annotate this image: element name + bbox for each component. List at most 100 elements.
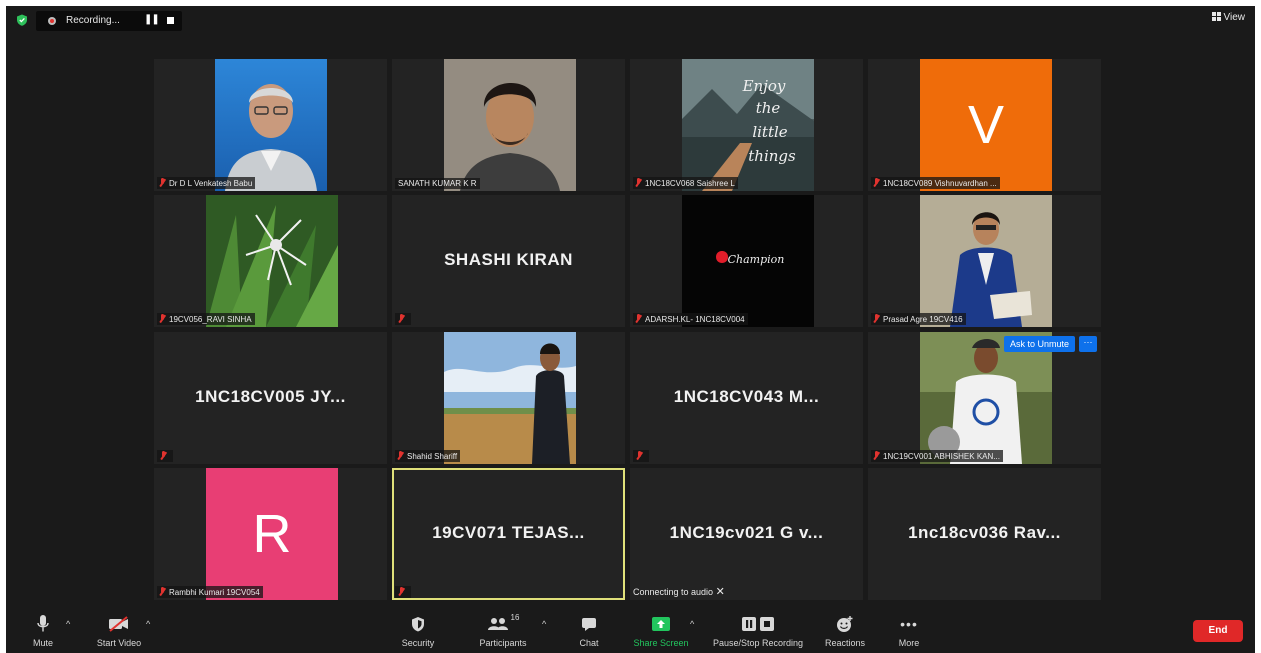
participant-display-name: 1NC18CV005 JY... [195,387,346,406]
video-options-chevron-up-icon[interactable]: ^ [146,619,150,629]
participant-photo [444,332,576,464]
participant-tile-active-speaker[interactable]: 19CV071 TEJAS... [392,468,625,600]
muted-mic-icon [873,451,880,460]
start-video-button[interactable]: Start Video [84,613,154,648]
muted-mic-icon [159,178,166,187]
participant-name-label: 1NC18CV089 Vishnuvardhan ... [871,177,1000,189]
muted-mic-icon [398,587,405,596]
participant-tile[interactable]: 19CV056_RAVI SINHA [154,195,387,327]
share-options-chevron-up-icon[interactable]: ^ [690,619,694,629]
connecting-audio-status: Connecting to audio ✕ [630,583,728,600]
connecting-audio-text: Connecting to audio [633,587,714,597]
participant-tile[interactable]: Champion ADARSH.KL- 1NC18CV004 [630,195,863,327]
participant-photo: Enjoy the little things [682,59,814,191]
reactions-smiley-icon [837,616,853,632]
participant-name-label: 19CV056_RAVI SINHA [157,313,255,325]
view-button[interactable]: View [1211,12,1245,23]
svg-text:the: the [756,99,781,117]
svg-text:Enjoy: Enjoy [742,77,786,95]
participant-tile[interactable]: 1NC18CV043 M... [630,332,863,464]
participant-display-name: 1NC19cv021 G v... [669,523,824,542]
participant-name-label [395,313,411,325]
pause-recording-icon[interactable]: ❚❚ [144,14,160,25]
participant-avatar: R [206,468,338,600]
microphone-icon [37,615,49,632]
participant-name-label: ADARSH.KL- 1NC18CV004 [633,313,748,325]
chat-bubble-icon [582,618,596,631]
participant-tile[interactable]: 1nc18cv036 Rav... [868,468,1101,600]
share-screen-icon [652,617,670,631]
security-shield-icon[interactable] [16,14,28,26]
more-button[interactable]: ••• More [874,613,944,648]
recording-dot-icon [48,17,56,25]
participants-icon [487,618,508,630]
participant-name: 1NC18CV068 Saishree L [645,179,735,188]
participant-name: 19CV056_RAVI SINHA [169,315,252,324]
participant-name-label: 1NC19CV001 ABHISHEK KAN... [871,450,1003,462]
participants-button[interactable]: 16 Participants [468,613,538,648]
chat-label: Chat [579,638,599,648]
muted-mic-icon [159,314,166,323]
participant-name: SANATH KUMAR K R [398,179,477,188]
participant-name: Dr D L Venkatesh Babu [169,179,253,188]
close-icon[interactable]: ✕ [716,586,725,598]
participant-name-label [157,450,173,462]
audio-options-chevron-up-icon[interactable]: ^ [66,619,70,629]
participant-tile[interactable]: R Rambhi Kumari 19CV054 [154,468,387,600]
participant-tile[interactable]: Prasad Agre 19CV416 [868,195,1101,327]
recording-indicator: Recording... ❚❚ [36,11,182,31]
more-dots-icon: ••• [900,616,918,632]
muted-mic-icon [635,314,642,323]
participant-display-name: 1nc18cv036 Rav... [908,523,1061,542]
muted-mic-icon [397,451,404,460]
participant-photo [206,195,338,327]
muted-mic-icon [636,451,643,460]
share-screen-button[interactable]: Share Screen [626,613,696,648]
participant-tile[interactable]: Ask to Unmute ··· 1NC19CV001 ABHISHEK KA… [868,332,1101,464]
svg-text:Champion: Champion [728,253,785,266]
participant-name: Rambhi Kumari 19CV054 [169,588,260,597]
participant-avatar: V [920,59,1052,191]
pause-stop-recording-button[interactable]: Pause/Stop Recording [706,613,810,648]
participant-name-label: SANATH KUMAR K R [395,178,480,189]
participant-tile[interactable]: Dr D L Venkatesh Babu [154,59,387,191]
participants-chevron-up-icon[interactable]: ^ [542,619,546,629]
reactions-button[interactable]: Reactions [810,613,880,648]
more-label: More [898,638,920,648]
participant-photo [920,195,1052,327]
participant-tile[interactable]: Shahid Shariff [392,332,625,464]
participants-count: 16 [510,613,520,622]
participant-tile[interactable]: SHASHI KIRAN [392,195,625,327]
participant-tile[interactable]: SANATH KUMAR K R [392,59,625,191]
pause-stop-recording-label: Pause/Stop Recording [712,638,804,648]
participant-name-label: Shahid Shariff [395,450,461,462]
participant-name-label: Rambhi Kumari 19CV054 [157,586,263,598]
end-meeting-button[interactable]: End [1193,620,1243,642]
mute-label: Mute [32,638,53,648]
ask-to-unmute-button[interactable]: Ask to Unmute [1003,336,1075,352]
participant-display-name: 1NC18CV043 M... [673,387,820,406]
security-label: Security [401,638,435,648]
muted-mic-icon [873,314,880,323]
chat-button[interactable]: Chat [554,613,624,648]
participant-name: ADARSH.KL- 1NC18CV004 [645,315,745,324]
muted-mic-icon [160,451,167,460]
security-button[interactable]: Security [383,613,453,648]
participant-tile[interactable]: 1NC18CV005 JY... [154,332,387,464]
participant-photo [215,59,327,191]
participant-name-label: Dr D L Venkatesh Babu [157,177,256,189]
participant-tile[interactable]: V 1NC18CV089 Vishnuvardhan ... [868,59,1101,191]
top-bar: Recording... ❚❚ View [6,6,1255,34]
participant-tile[interactable]: 1NC19cv021 G v... Connecting to audio ✕ [630,468,863,600]
svg-text:things: things [748,147,796,165]
participant-name: 1NC19CV001 ABHISHEK KAN... [883,452,1000,461]
participant-tile[interactable]: Enjoy the little things 1NC18CV068 Saish… [630,59,863,191]
participant-name-label [395,586,411,598]
participants-label: Participants [479,638,527,648]
participant-name-label: 1NC18CV068 Saishree L [633,177,738,189]
participant-name: Shahid Shariff [407,452,458,461]
stop-recording-icon[interactable] [167,17,174,24]
more-options-button[interactable]: ··· [1079,336,1097,352]
meeting-toolbar: Mute ^ Start Video ^ Security 16 Partici… [6,609,1255,653]
start-video-label: Start Video [96,638,142,648]
